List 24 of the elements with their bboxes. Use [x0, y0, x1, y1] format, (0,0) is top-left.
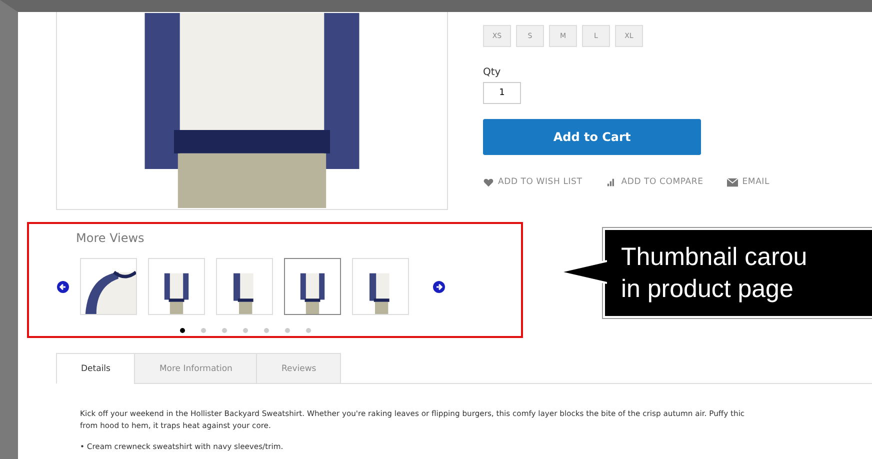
add-to-cart-button[interactable]: Add to Cart	[483, 119, 701, 155]
callout-text: in product page	[621, 274, 794, 305]
pager-dot[interactable]	[306, 328, 311, 333]
heart-icon	[483, 178, 494, 186]
action-link[interactable]: ADD TO WISH LIST	[483, 177, 582, 187]
more-views-heading: More Views	[76, 231, 144, 245]
pager-dot[interactable]	[180, 328, 185, 333]
pager-dot[interactable]	[243, 328, 248, 333]
envelope-icon	[727, 178, 738, 186]
pager-dot[interactable]	[285, 328, 290, 333]
qty-label: Qty	[483, 67, 501, 78]
tab[interactable]: Details	[56, 353, 136, 384]
pager-dot[interactable]	[201, 328, 206, 333]
tab[interactable]: Reviews	[256, 353, 342, 384]
callout-text: Thumbnail carou	[621, 242, 808, 273]
next-arrow-icon[interactable]	[433, 280, 445, 292]
tab[interactable]: More Information	[134, 353, 258, 384]
pager-dot[interactable]	[222, 328, 227, 333]
action-link[interactable]: EMAIL	[727, 177, 770, 187]
action-link[interactable]: ADD TO COMPARE	[606, 177, 704, 187]
thumbnail[interactable]	[284, 258, 341, 315]
qty-field[interactable]: 1	[483, 82, 521, 104]
previous-arrow-icon[interactable]	[57, 280, 69, 292]
pager-dot[interactable]	[264, 328, 269, 333]
